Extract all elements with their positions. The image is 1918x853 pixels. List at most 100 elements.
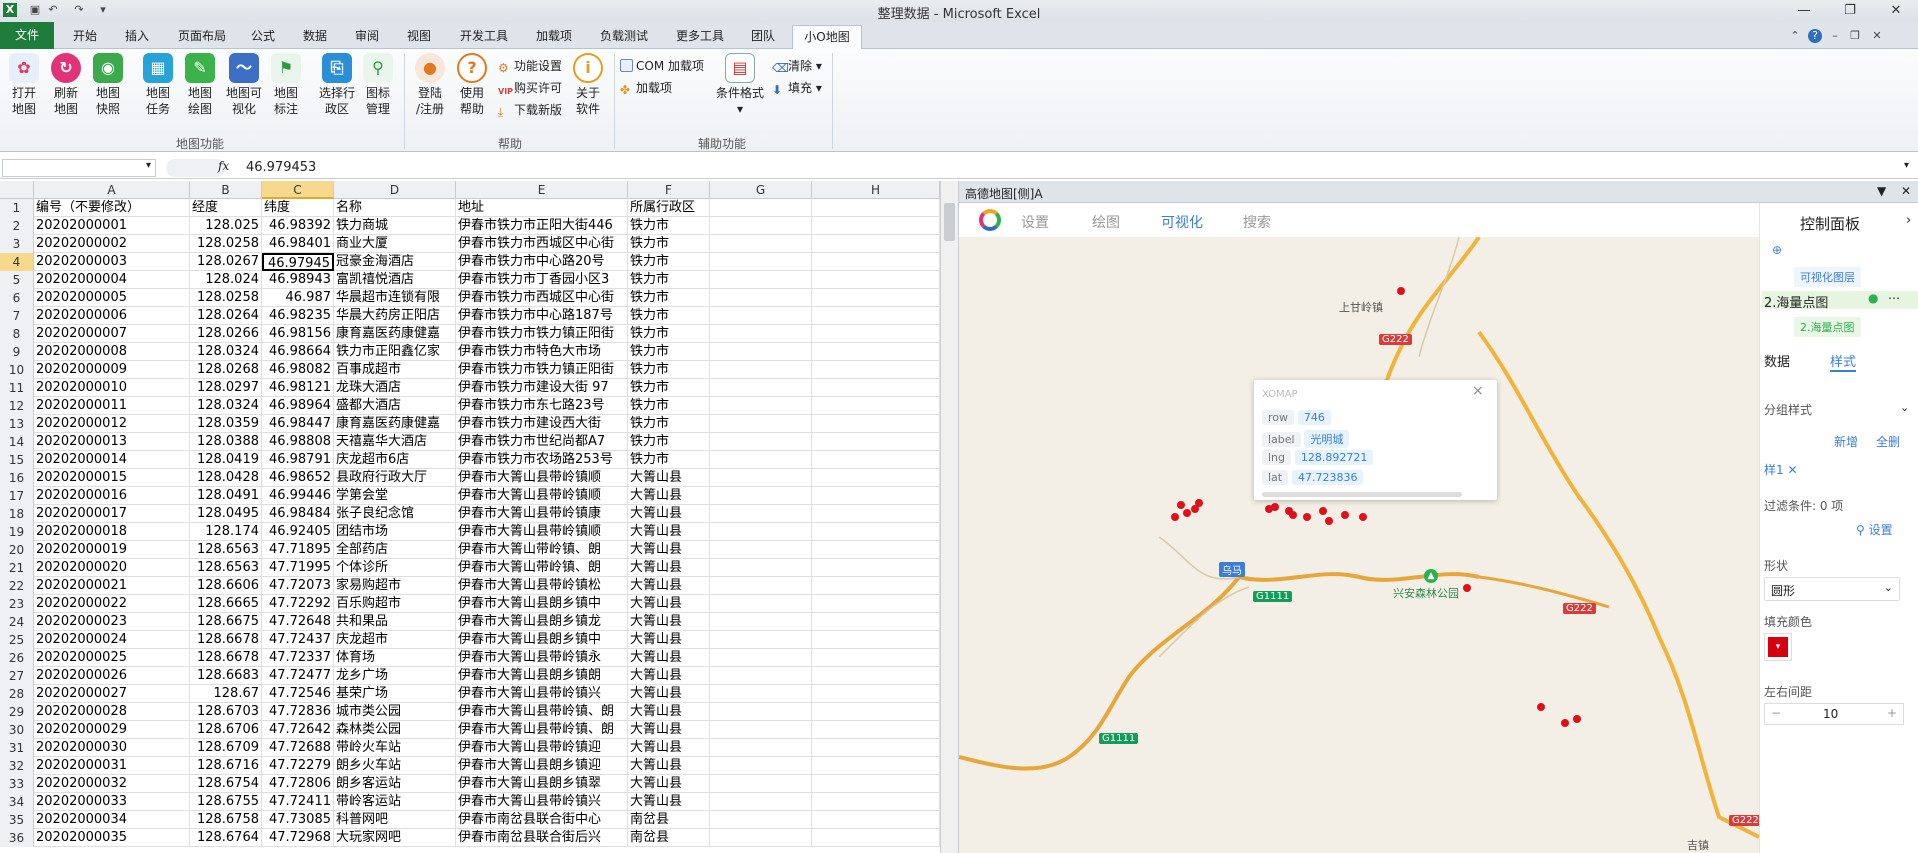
map-point-marker[interactable]	[1319, 507, 1327, 515]
table-cell[interactable]: 47.72688	[262, 739, 334, 757]
map-point-marker[interactable]	[1177, 501, 1185, 509]
column-header-g[interactable]: G	[710, 181, 812, 199]
table-cell[interactable]: 128.0268	[190, 361, 262, 379]
table-cell[interactable]: 128.0297	[190, 379, 262, 397]
table-cell[interactable]: 46.98401	[262, 235, 334, 253]
row-header[interactable]: 4	[0, 253, 34, 271]
table-cell[interactable]: 伊春市大箐山县带岭镇顺	[456, 487, 628, 505]
more-icon[interactable]: ⋯	[1888, 291, 1900, 305]
map-point-marker[interactable]	[1195, 499, 1203, 507]
table-cell[interactable]	[710, 757, 812, 775]
table-cell[interactable]: 带岭火车站	[334, 739, 456, 757]
table-cell[interactable]	[710, 523, 812, 541]
row-header[interactable]: 31	[0, 739, 34, 757]
table-cell[interactable]: 大箐山县	[628, 703, 710, 721]
table-cell[interactable]: 47.72806	[262, 775, 334, 793]
table-cell[interactable]: 天禧嘉华大酒店	[334, 433, 456, 451]
table-cell[interactable]: 128.174	[190, 523, 262, 541]
table-cell[interactable]: 20202000016	[34, 487, 190, 505]
table-cell[interactable]	[812, 199, 940, 217]
table-cell[interactable]	[812, 793, 940, 811]
table-cell[interactable]: 大箐山县	[628, 631, 710, 649]
table-cell[interactable]: 20202000004	[34, 271, 190, 289]
table-cell[interactable]: 伊春市南岔县联合街后兴	[456, 829, 628, 847]
table-cell[interactable]: 20202000031	[34, 757, 190, 775]
table-cell[interactable]	[812, 775, 940, 793]
table-cell[interactable]: 20202000017	[34, 505, 190, 523]
table-cell[interactable]: 名称	[334, 199, 456, 217]
workbook-minimize-icon[interactable]: –	[1828, 29, 1842, 43]
table-cell[interactable]: 46.98156	[262, 325, 334, 343]
table-cell[interactable]: 46.987	[262, 289, 334, 307]
table-cell[interactable]: 20202000008	[34, 343, 190, 361]
table-cell[interactable]	[812, 829, 940, 847]
table-cell[interactable]	[710, 397, 812, 415]
table-cell[interactable]	[812, 487, 940, 505]
table-cell[interactable]: 128.0264	[190, 307, 262, 325]
table-cell[interactable]	[710, 253, 812, 271]
table-cell[interactable]: 128.0324	[190, 343, 262, 361]
table-cell[interactable]	[710, 343, 812, 361]
table-cell[interactable]	[812, 271, 940, 289]
table-cell[interactable]: 伊春市铁力市中心路187号	[456, 307, 628, 325]
map-point-marker[interactable]	[1341, 511, 1349, 519]
table-cell[interactable]: 铁力市	[628, 433, 710, 451]
table-cell[interactable]	[812, 343, 940, 361]
table-cell[interactable]: 庆龙超市	[334, 631, 456, 649]
table-cell[interactable]: 所属行政区	[628, 199, 710, 217]
table-cell[interactable]: 46.98791	[262, 451, 334, 469]
table-cell[interactable]	[812, 649, 940, 667]
table-cell[interactable]: 47.72836	[262, 703, 334, 721]
column-header-d[interactable]: D	[334, 181, 456, 199]
table-cell[interactable]: 伊春市大箐山县带岭镇康	[456, 505, 628, 523]
table-cell[interactable]: 伊春市铁力市正阳大街446	[456, 217, 628, 235]
refresh-map-button[interactable]: ↻ 刷新 地图	[46, 53, 86, 117]
table-cell[interactable]: 大箐山县	[628, 613, 710, 631]
table-cell[interactable]: 康育嘉医药康健嘉	[334, 415, 456, 433]
row-header[interactable]: 18	[0, 505, 34, 523]
table-cell[interactable]: 伊春市铁力市铁力镇正阳街	[456, 325, 628, 343]
table-cell[interactable]: 富凯禧悦酒店	[334, 271, 456, 289]
table-cell[interactable]: 128.6703	[190, 703, 262, 721]
table-cell[interactable]	[710, 487, 812, 505]
table-cell[interactable]: 128.6678	[190, 649, 262, 667]
table-cell[interactable]: 伊春市铁力市西城区中心街	[456, 235, 628, 253]
row-header[interactable]: 23	[0, 595, 34, 613]
row-header[interactable]: 21	[0, 559, 34, 577]
table-cell[interactable]: 盛都大酒店	[334, 397, 456, 415]
table-cell[interactable]: 伊春市大箐山县带岭镇松	[456, 577, 628, 595]
table-cell[interactable]	[710, 721, 812, 739]
tab-page-layout[interactable]: 页面布局	[168, 25, 236, 48]
table-cell[interactable]: 47.72292	[262, 595, 334, 613]
table-cell[interactable]: 128.6706	[190, 721, 262, 739]
table-cell[interactable]	[710, 505, 812, 523]
table-cell[interactable]: 128.6709	[190, 739, 262, 757]
table-cell[interactable]: 128.0266	[190, 325, 262, 343]
select-all-corner[interactable]	[0, 181, 34, 199]
table-cell[interactable]: 铁力市	[628, 325, 710, 343]
popup-scrollbar[interactable]	[1262, 492, 1462, 497]
table-cell[interactable]	[812, 379, 940, 397]
table-cell[interactable]: 47.72546	[262, 685, 334, 703]
table-cell[interactable]: 伊春市大箐山县带岭镇、朗	[456, 721, 628, 739]
table-cell[interactable]: 47.72073	[262, 577, 334, 595]
table-cell[interactable]: 46.98082	[262, 361, 334, 379]
table-cell[interactable]: 128.67	[190, 685, 262, 703]
table-cell[interactable]: 20202000012	[34, 415, 190, 433]
table-cell[interactable]: 20202000035	[34, 829, 190, 847]
row-header[interactable]: 6	[0, 289, 34, 307]
row-header[interactable]: 13	[0, 415, 34, 433]
table-cell[interactable]	[812, 217, 940, 235]
table-cell[interactable]	[812, 541, 940, 559]
table-cell[interactable]	[812, 667, 940, 685]
table-cell[interactable]: 128.6606	[190, 577, 262, 595]
tab-load-test[interactable]: 负载测试	[590, 25, 658, 48]
table-cell[interactable]	[812, 703, 940, 721]
decrement-icon[interactable]: −	[1771, 706, 1781, 720]
table-cell[interactable]: 大箐山县	[628, 649, 710, 667]
table-cell[interactable]: 20202000021	[34, 577, 190, 595]
column-header-f[interactable]: F	[628, 181, 710, 199]
row-header[interactable]: 26	[0, 649, 34, 667]
table-cell[interactable]: 带岭客运站	[334, 793, 456, 811]
map-mark-button[interactable]: ⚑ 地图 标注	[266, 53, 306, 117]
